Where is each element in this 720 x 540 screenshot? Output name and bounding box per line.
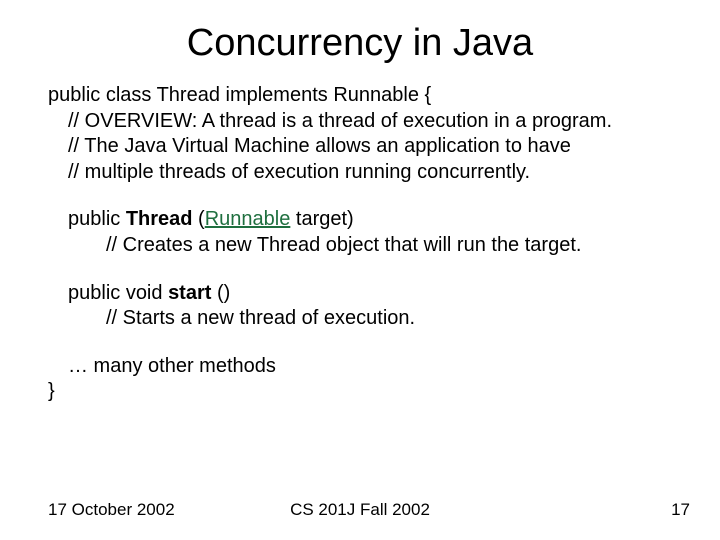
code-block-constructor: public Thread (Runnable target) // Creat… [48, 207, 680, 258]
method-name: Thread [126, 208, 193, 230]
code-line: // multiple threads of execution running… [48, 160, 680, 186]
text: public void [68, 282, 168, 304]
code-line: public void start () [48, 281, 680, 307]
code-line: public Thread (Runnable target) [48, 207, 680, 233]
text: () [211, 282, 230, 304]
code-line: } [48, 379, 680, 405]
footer-page-number: 17 [671, 500, 690, 520]
text: ( [193, 208, 205, 230]
text: target) [290, 208, 353, 230]
code-line: // OVERVIEW: A thread is a thread of exe… [48, 109, 680, 135]
slide: Concurrency in Java public class Thread … [0, 0, 720, 540]
code-line: // The Java Virtual Machine allows an ap… [48, 134, 680, 160]
code-line: // Creates a new Thread object that will… [48, 233, 680, 259]
code-line: // Starts a new thread of execution. [48, 306, 680, 332]
runnable-link[interactable]: Runnable [205, 208, 291, 230]
footer-course: CS 201J Fall 2002 [0, 500, 720, 520]
text: public [68, 208, 126, 230]
slide-title: Concurrency in Java [0, 0, 720, 83]
code-block-class-decl: public class Thread implements Runnable … [48, 83, 680, 185]
method-name: start [168, 282, 211, 304]
code-block-start-method: public void start () // Starts a new thr… [48, 281, 680, 332]
slide-content: public class Thread implements Runnable … [0, 83, 720, 405]
code-block-end: … many other methods } [48, 354, 680, 405]
code-line: public class Thread implements Runnable … [48, 83, 680, 109]
code-line: … many other methods [48, 354, 680, 380]
